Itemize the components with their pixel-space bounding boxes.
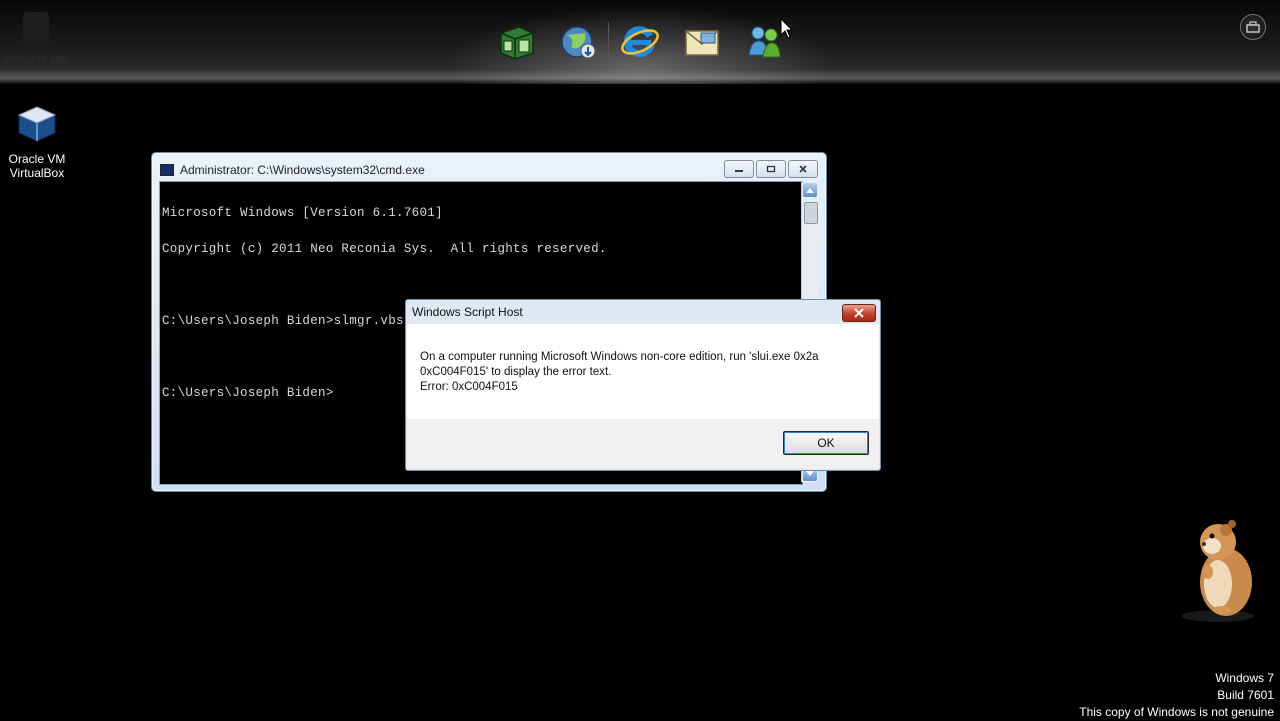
dock-icon-row xyxy=(492,18,788,66)
dock-separator xyxy=(608,22,609,60)
recycle-bin-icon xyxy=(23,12,49,46)
console-line: Microsoft Windows [Version 6.1.7601] xyxy=(162,206,443,220)
desktop-icon-label-1: Oracle VM xyxy=(8,152,66,166)
mail-icon[interactable] xyxy=(678,18,726,66)
cmd-titlebar[interactable]: Administrator: C:\Windows\system32\cmd.e… xyxy=(160,161,425,179)
maximize-button[interactable] xyxy=(756,160,786,178)
dock-menu-icon[interactable] xyxy=(1240,14,1266,40)
script-host-dialog: Windows Script Host On a computer runnin… xyxy=(405,299,881,471)
watermark-build: Build 7601 xyxy=(1217,688,1274,702)
recycle-bin-label: Recycle Bin xyxy=(4,52,68,66)
close-icon xyxy=(854,308,864,318)
dialog-body: On a computer running Microsoft Windows … xyxy=(407,324,879,419)
console-line: Copyright (c) 2011 Neo Reconia Sys. All … xyxy=(162,242,607,256)
ok-button[interactable]: OK xyxy=(783,431,869,455)
desktop-icon-virtualbox[interactable]: Oracle VM VirtualBox xyxy=(2,104,72,180)
dialog-message: On a computer running Microsoft Windows … xyxy=(420,350,860,395)
scroll-thumb[interactable] xyxy=(804,202,818,224)
hamster-gadget-icon[interactable] xyxy=(1178,514,1264,624)
scroll-up-button[interactable] xyxy=(803,183,817,197)
minimize-button[interactable] xyxy=(724,160,754,178)
watermark-os: Windows 7 xyxy=(1215,671,1274,685)
dialog-error-code: Error: 0xC004F015 xyxy=(420,381,518,393)
network-globe-icon[interactable] xyxy=(554,18,602,66)
close-icon xyxy=(799,165,807,173)
scroll-down-icon xyxy=(806,471,814,476)
top-dock: Recycle Bin xyxy=(0,0,1280,84)
virtualbox-icon xyxy=(17,106,57,142)
dialog-footer: OK xyxy=(407,419,879,469)
watermark-genuine: This copy of Windows is not genuine xyxy=(1079,705,1274,719)
media-center-icon[interactable] xyxy=(492,18,540,66)
desktop-icon-label-2: VirtualBox xyxy=(9,166,65,180)
close-button[interactable] xyxy=(788,160,818,178)
recycle-bin-ghost[interactable]: Recycle Bin xyxy=(4,8,68,78)
internet-explorer-icon[interactable] xyxy=(616,18,664,66)
minimize-icon xyxy=(735,170,743,172)
cmd-icon xyxy=(160,164,174,176)
dialog-close-button[interactable] xyxy=(842,304,876,322)
scroll-up-icon xyxy=(806,188,814,193)
mouse-cursor-icon xyxy=(780,18,794,39)
dialog-message-line: 0xC004F015' to display the error text. xyxy=(420,366,612,378)
windows-watermark: Windows 7 Build 7601 This copy of Window… xyxy=(1079,670,1274,721)
restore-icon xyxy=(766,165,776,173)
cmd-title: Administrator: C:\Windows\system32\cmd.e… xyxy=(180,163,425,177)
dialog-message-line: On a computer running Microsoft Windows … xyxy=(420,351,819,363)
cmd-window-controls xyxy=(724,160,818,178)
dialog-title: Windows Script Host xyxy=(412,305,523,319)
